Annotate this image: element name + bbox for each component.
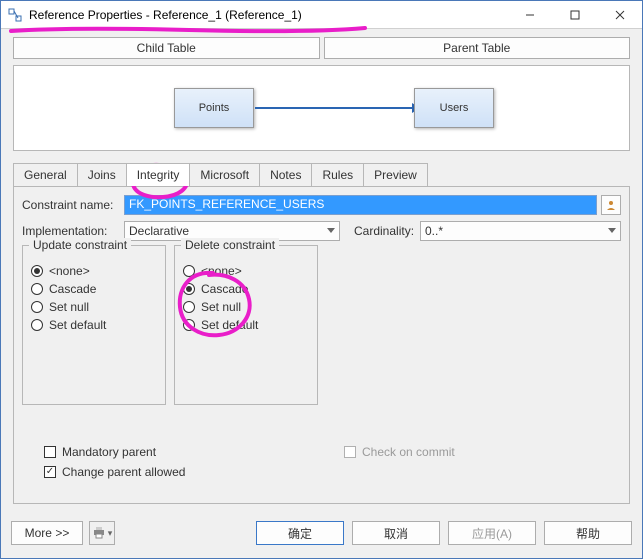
top-button-bar: Child Table Parent Table (5, 31, 638, 65)
window-title: Reference Properties - Reference_1 (Refe… (29, 8, 507, 22)
delete-cascade-radio[interactable]: Cascade (183, 280, 309, 298)
delete-none-radio[interactable]: <none> (183, 262, 309, 280)
maximize-button[interactable] (552, 1, 597, 29)
chevron-down-icon: ▾ (108, 528, 113, 539)
checkbox-icon (44, 466, 56, 478)
radio-icon (183, 265, 195, 277)
cardinality-select[interactable]: 0..* (420, 221, 621, 241)
delete-setnull-radio[interactable]: Set null (183, 298, 309, 316)
update-setdefault-radio[interactable]: Set default (31, 316, 157, 334)
chevron-down-icon (327, 228, 335, 233)
radio-icon (31, 265, 43, 277)
more-button[interactable]: More >> (11, 521, 83, 545)
tab-rules[interactable]: Rules (311, 163, 364, 186)
delete-setdefault-radio[interactable]: Set default (183, 316, 309, 334)
entity-users[interactable]: Users (414, 88, 494, 128)
tab-joins[interactable]: Joins (77, 163, 127, 186)
window-frame: Reference Properties - Reference_1 (Refe… (0, 0, 643, 559)
print-button[interactable]: ▾ (89, 521, 115, 545)
app-icon (7, 7, 23, 23)
tab-preview[interactable]: Preview (363, 163, 428, 186)
change-parent-checkbox[interactable]: Change parent allowed (44, 463, 344, 481)
tab-notes[interactable]: Notes (259, 163, 312, 186)
radio-icon (31, 319, 43, 331)
mandatory-parent-checkbox[interactable]: Mandatory parent (44, 443, 344, 461)
implementation-label: Implementation: (22, 224, 124, 238)
tab-integrity[interactable]: Integrity (126, 163, 191, 186)
tab-general[interactable]: General (13, 163, 78, 186)
cardinality-label: Cardinality: (354, 224, 420, 238)
parent-table-button[interactable]: Parent Table (324, 37, 631, 59)
close-button[interactable] (597, 1, 642, 29)
cardinality-value: 0..* (425, 224, 443, 238)
cancel-button[interactable]: 取消 (352, 521, 440, 545)
content-area: Child Table Parent Table Points Users Ge… (5, 31, 638, 554)
person-icon (605, 199, 617, 211)
delete-constraint-group: Delete constraint <none> Cascade Set nul… (174, 245, 318, 405)
help-button[interactable]: 帮助 (544, 521, 632, 545)
radio-icon (31, 283, 43, 295)
relationship-arrow-line (255, 107, 413, 109)
update-constraint-group: Update constraint <none> Cascade Set nul… (22, 245, 166, 405)
window-buttons (507, 1, 642, 29)
delete-constraint-legend: Delete constraint (181, 238, 279, 252)
tab-bar: General Joins Integrity Microsoft Notes … (5, 157, 638, 186)
constraint-name-label: Constraint name: (22, 198, 124, 212)
checkbox-icon (44, 446, 56, 458)
chevron-down-icon (608, 228, 616, 233)
update-constraint-legend: Update constraint (29, 238, 131, 252)
child-table-button[interactable]: Child Table (13, 37, 320, 59)
update-none-radio[interactable]: <none> (31, 262, 157, 280)
bottom-checks: Mandatory parent Change parent allowed C… (44, 443, 604, 483)
checkbox-icon (344, 446, 356, 458)
radio-icon (183, 319, 195, 331)
constraint-name-row: Constraint name: FK_POINTS_REFERENCE_USE… (22, 195, 621, 215)
titlebar: Reference Properties - Reference_1 (Refe… (1, 1, 642, 29)
relationship-diagram: Points Users (13, 65, 630, 151)
minimize-button[interactable] (507, 1, 552, 29)
entity-points[interactable]: Points (174, 88, 254, 128)
tab-microsoft[interactable]: Microsoft (189, 163, 260, 186)
radio-icon (31, 301, 43, 313)
implementation-value: Declarative (129, 224, 189, 238)
dialog-button-bar: More >> ▾ 确定 取消 应用(A) 帮助 (11, 518, 632, 548)
apply-button[interactable]: 应用(A) (448, 521, 536, 545)
check-on-commit-checkbox: Check on commit (344, 443, 455, 461)
constraint-name-picker-button[interactable] (601, 195, 621, 215)
ok-button[interactable]: 确定 (256, 521, 344, 545)
radio-icon (183, 283, 195, 295)
update-cascade-radio[interactable]: Cascade (31, 280, 157, 298)
update-setnull-radio[interactable]: Set null (31, 298, 157, 316)
tab-panel-integrity: Constraint name: FK_POINTS_REFERENCE_USE… (13, 186, 630, 504)
printer-icon (92, 527, 106, 539)
radio-icon (183, 301, 195, 313)
constraint-name-input[interactable]: FK_POINTS_REFERENCE_USERS (124, 195, 597, 215)
